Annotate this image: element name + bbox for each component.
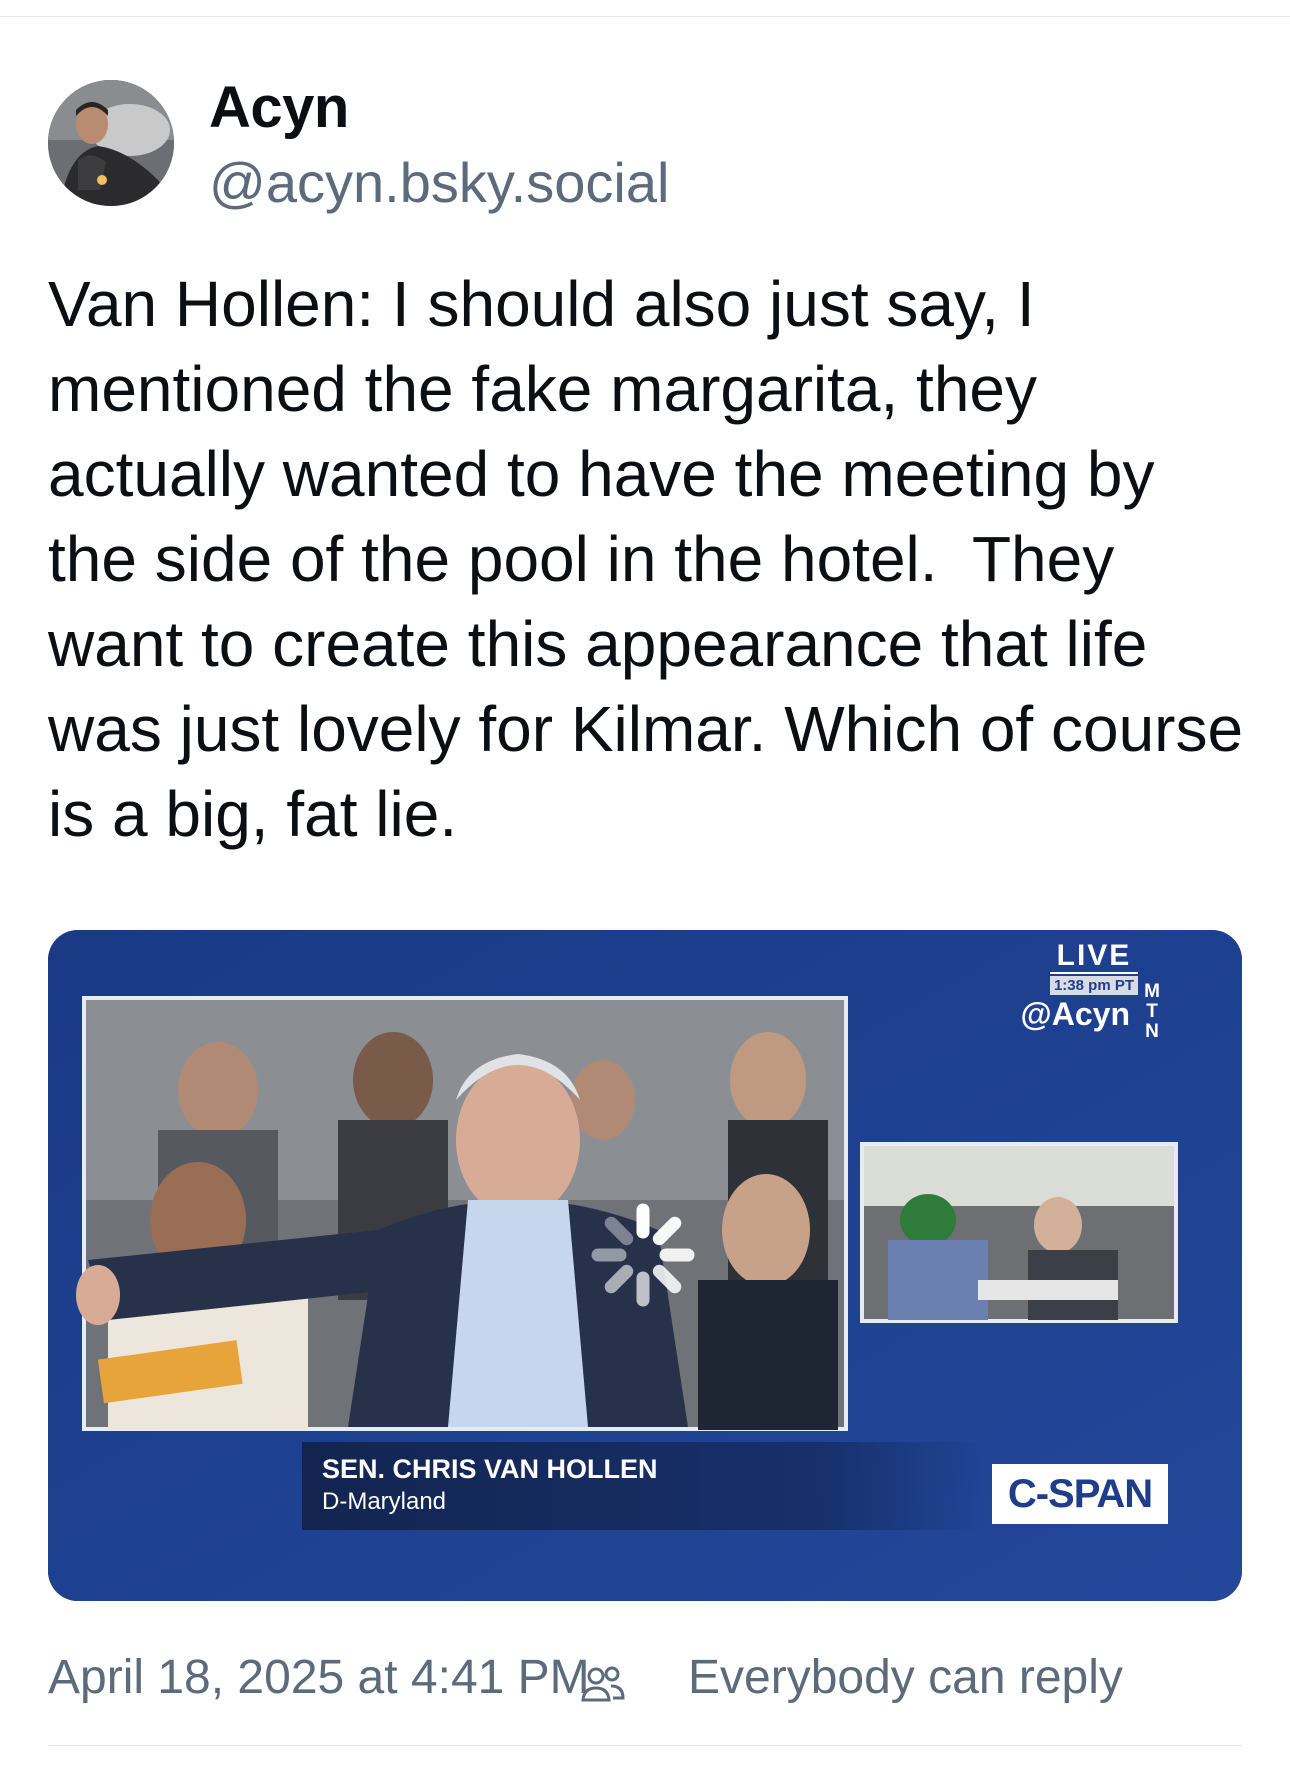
source-handle-overlay: @Acyn	[1020, 996, 1130, 1032]
profile-photo-icon	[48, 80, 174, 206]
people-icon	[581, 1666, 625, 1702]
post-timestamp[interactable]: April 18, 2025 at 4:41 PM	[48, 1650, 590, 1705]
lower-third-party: D-Maryland	[322, 1488, 447, 1515]
author-avatar[interactable]	[48, 80, 174, 206]
live-indicator: LIVE 1:38 pm PT	[1049, 940, 1138, 995]
lower-third-name: SEN. CHRIS VAN HOLLEN	[322, 1454, 658, 1484]
live-label: LIVE	[1049, 940, 1138, 974]
network-logo: C-SPAN	[992, 1464, 1168, 1524]
top-divider	[0, 16, 1290, 17]
author-handle[interactable]: @acyn.bsky.social	[209, 150, 669, 215]
post-text: Van Hollen: I should also just say, I me…	[48, 268, 1261, 850]
bottom-divider	[48, 1745, 1242, 1746]
loading-spinner-icon	[591, 1203, 695, 1307]
video-embed[interactable]: LIVE 1:38 pm PT @Acyn MTN SEN. CHRIS VAN…	[48, 930, 1242, 1601]
reply-setting[interactable]: Everybody can reply	[688, 1650, 1123, 1705]
network-tag-overlay: MTN	[1144, 981, 1160, 1042]
live-time: 1:38 pm PT	[1049, 976, 1138, 995]
lower-third: SEN. CHRIS VAN HOLLEN D-Maryland	[302, 1442, 988, 1530]
author-display-name[interactable]: Acyn	[209, 74, 349, 141]
